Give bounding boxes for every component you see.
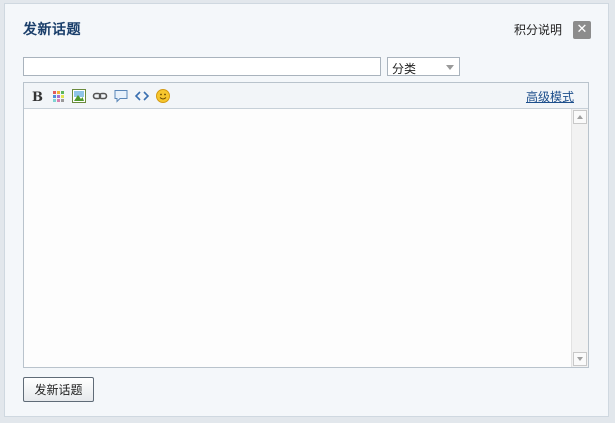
scroll-down-icon[interactable] <box>573 352 587 366</box>
link-icon[interactable] <box>92 88 108 104</box>
chevron-down-icon <box>446 65 454 70</box>
image-icon[interactable] <box>71 88 87 104</box>
submit-topic-button[interactable]: 发新话题 <box>23 377 94 402</box>
scroll-up-icon[interactable] <box>573 110 587 124</box>
subject-input[interactable] <box>23 57 381 76</box>
close-icon[interactable]: ✕ <box>573 21 591 39</box>
smiley-icon[interactable] <box>155 88 171 104</box>
dialog-title: 发新话题 <box>23 22 81 38</box>
color-grid-icon[interactable] <box>50 88 66 104</box>
editor-toolbar: B 高级模式 <box>24 83 588 109</box>
editor-scrollbar[interactable] <box>571 109 588 367</box>
post-content-textarea[interactable] <box>24 109 571 367</box>
category-selected-value: 分类 <box>392 62 417 76</box>
bold-icon[interactable]: B <box>29 88 45 104</box>
quote-bubble-icon[interactable] <box>113 88 129 104</box>
category-select[interactable]: 分类 <box>387 57 460 76</box>
new-topic-dialog: 发新话题 积分说明 ✕ 分类 B 高级模式 发新话题 <box>4 3 609 417</box>
code-icon[interactable] <box>134 88 150 104</box>
post-editor: B 高级模式 <box>23 82 589 368</box>
advanced-mode-link[interactable]: 高级模式 <box>526 88 574 105</box>
points-help-link[interactable]: 积分说明 <box>514 21 562 38</box>
svg-text:B: B <box>32 90 43 104</box>
